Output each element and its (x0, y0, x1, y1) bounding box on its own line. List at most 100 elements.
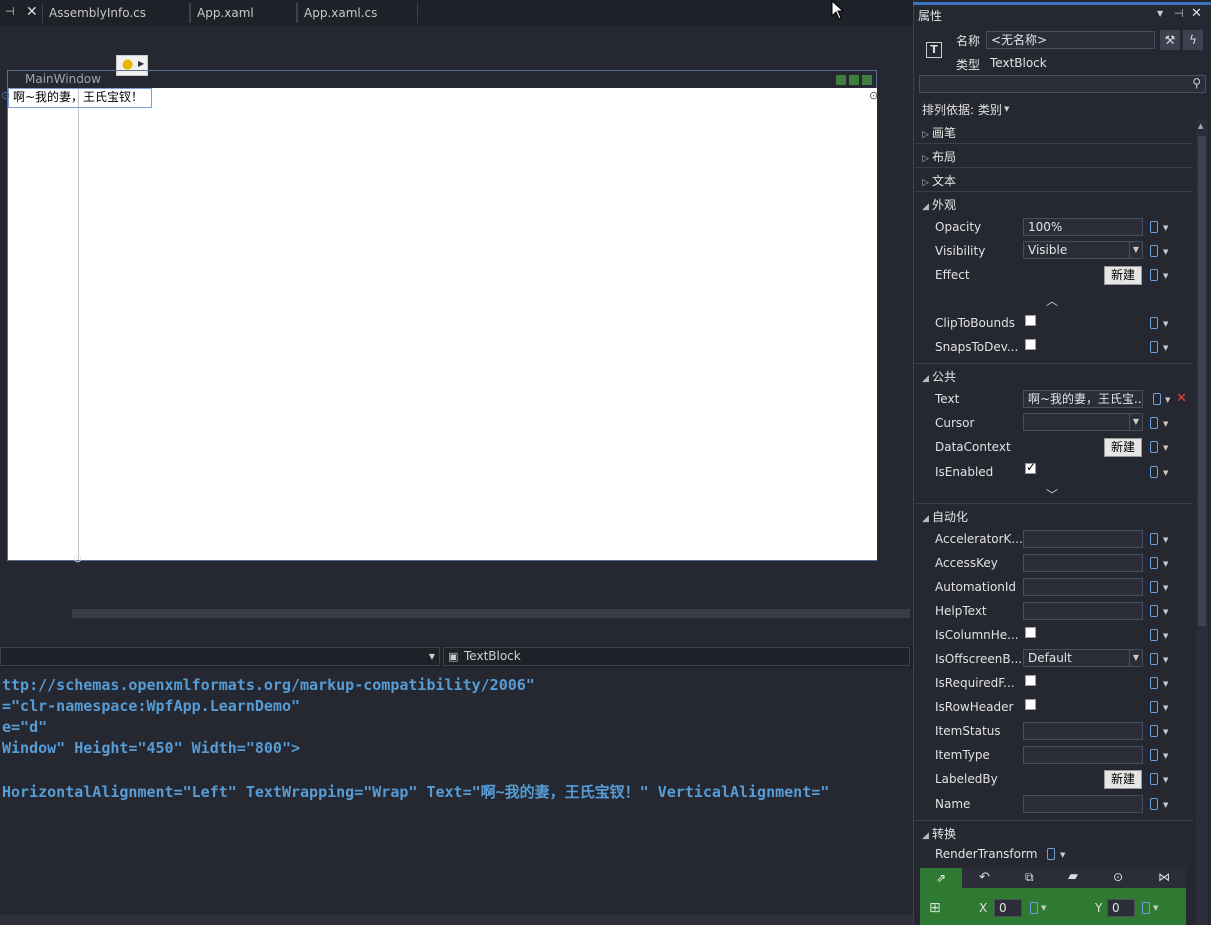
chevron-down-icon[interactable]: ▼ (1163, 632, 1168, 640)
category-text[interactable]: ▷ 文本 (922, 172, 956, 189)
sort-by-dropdown[interactable]: 排列依据: 类别 (922, 101, 1002, 118)
cliptobounds-checkbox[interactable] (1025, 315, 1036, 326)
effect-new-button[interactable]: 新建 (1104, 266, 1142, 285)
name-prop-input[interactable] (1023, 795, 1143, 813)
window-client-area[interactable] (8, 88, 877, 560)
chevron-down-icon[interactable]: ▼ (1163, 752, 1168, 760)
breadcrumb-element[interactable]: ▣ TextBlock (443, 647, 910, 666)
automationid-input[interactable] (1023, 578, 1143, 596)
chevron-down-icon[interactable]: ▼ (1163, 776, 1168, 784)
code-line-2[interactable]: ="clr-namespace:WpfApp.LearnDemo" (2, 697, 300, 715)
itemstatus-input[interactable] (1023, 722, 1143, 740)
property-marker-icon[interactable] (1150, 749, 1158, 761)
chevron-down-icon[interactable]: ▼ (1163, 344, 1168, 352)
chevron-down-icon[interactable]: ▼ (1163, 536, 1168, 544)
panel-pin-icon[interactable]: ⊣ (1174, 7, 1184, 20)
y-input[interactable]: 0 (1107, 899, 1135, 917)
property-marker-icon[interactable] (1142, 902, 1150, 914)
text-input[interactable]: 啊~我的妻，王氏宝... (1023, 390, 1143, 408)
lightning-icon[interactable]: ϟ (1183, 30, 1203, 50)
property-marker-icon[interactable] (1150, 533, 1158, 545)
property-search-input[interactable]: ⚲ (919, 75, 1206, 93)
property-marker-icon[interactable] (1150, 317, 1158, 329)
translate-icon[interactable]: ⇗ (920, 868, 962, 888)
property-marker-icon[interactable] (1150, 245, 1158, 257)
category-appearance[interactable]: ◢ 外观 (922, 196, 956, 213)
cursor-select[interactable]: ▼ (1023, 413, 1143, 431)
category-common[interactable]: ◢ 公共 (922, 368, 956, 385)
scroll-up-icon[interactable]: ▲ (1198, 122, 1203, 130)
property-marker-icon[interactable] (1150, 629, 1158, 641)
scrollbar-thumb[interactable] (1198, 136, 1206, 626)
anchor-left-icon[interactable]: ⊙ (1, 89, 10, 102)
anchor-bottom-icon[interactable]: ⊙ (73, 552, 82, 565)
property-marker-icon[interactable] (1150, 605, 1158, 617)
property-marker-icon[interactable] (1150, 269, 1158, 281)
chevron-down-icon[interactable]: ▼ (1163, 656, 1168, 664)
opacity-input[interactable]: 100% (1023, 218, 1143, 236)
designer-horizontal-scrollbar[interactable] (72, 609, 910, 618)
iscolumnheader-checkbox[interactable] (1025, 627, 1036, 638)
labeledby-new-button[interactable]: 新建 (1104, 770, 1142, 789)
selected-textblock[interactable]: 啊~我的妻，王氏宝钗！ (8, 88, 152, 108)
code-line-6[interactable]: HorizontalAlignment="Left" TextWrapping=… (2, 781, 910, 802)
property-marker-icon[interactable] (1030, 902, 1038, 914)
property-marker-icon[interactable] (1047, 848, 1055, 860)
skew-icon[interactable]: ▰ (1068, 869, 1078, 884)
visibility-select[interactable]: Visible ▼ (1023, 241, 1143, 259)
flip-icon[interactable]: ⋈ (1158, 870, 1170, 884)
chevron-down-icon[interactable]: ▼ (1163, 224, 1168, 232)
chevron-down-icon[interactable]: ▼ (1163, 584, 1168, 592)
datacontext-new-button[interactable]: 新建 (1104, 438, 1142, 457)
chevron-down-icon[interactable]: ▼ (1163, 560, 1168, 568)
helptext-input[interactable] (1023, 602, 1143, 620)
chevron-down-icon[interactable]: ▼ (1153, 904, 1158, 912)
category-brush[interactable]: ▷ 画笔 (922, 124, 956, 141)
breadcrumb-left-dropdown[interactable]: ▼ (0, 647, 440, 666)
property-marker-icon[interactable] (1150, 653, 1158, 665)
name-input[interactable]: <无名称> (986, 31, 1155, 49)
category-automation[interactable]: ◢ 自动化 (922, 508, 968, 525)
property-marker-icon[interactable] (1150, 798, 1158, 810)
accesskey-input[interactable] (1023, 554, 1143, 572)
anchor-right-icon[interactable]: ⊙ (869, 89, 878, 102)
category-transform[interactable]: ◢ 转换 (922, 825, 956, 842)
property-marker-icon[interactable] (1150, 341, 1158, 353)
code-line-3[interactable]: e="d" (2, 718, 47, 736)
panel-menu-icon[interactable]: ▼ (1157, 9, 1163, 18)
chevron-down-icon[interactable]: ▼ (1041, 904, 1046, 912)
chevron-down-icon[interactable]: ▼ (1163, 801, 1168, 809)
isrowheader-checkbox[interactable] (1025, 699, 1036, 710)
itemtype-input[interactable] (1023, 746, 1143, 764)
property-marker-icon[interactable] (1150, 773, 1158, 785)
editor-horizontal-scrollbar[interactable] (0, 915, 913, 925)
property-marker-icon[interactable] (1150, 701, 1158, 713)
code-line-1[interactable]: ttp://schemas.openxmlformats.org/markup-… (2, 676, 535, 694)
panel-close-icon[interactable]: ✕ (1191, 6, 1202, 21)
scale-icon[interactable]: ⧉ (1025, 870, 1034, 885)
x-input[interactable]: 0 (994, 899, 1022, 917)
property-marker-icon[interactable] (1150, 557, 1158, 569)
chevron-down-icon[interactable]: ▼ (1163, 728, 1168, 736)
rotate-icon[interactable]: ↶ (979, 870, 990, 885)
code-line-4[interactable]: Window" Height="450" Width="800"> (2, 739, 300, 757)
acceleratorkey-input[interactable] (1023, 530, 1143, 548)
pin-icon[interactable]: ⊣ (5, 5, 15, 18)
snapstodevice-checkbox[interactable] (1025, 339, 1036, 350)
isoffscreenbehavior-select[interactable]: Default ▼ (1023, 649, 1143, 667)
wrench-icon[interactable]: ⚒ (1160, 30, 1180, 50)
property-marker-icon[interactable] (1150, 725, 1158, 737)
chevron-down-icon[interactable]: ▼ (1163, 444, 1168, 452)
expand-advanced-icon[interactable]: ﹀ (1046, 486, 1058, 503)
chevron-down-icon[interactable]: ▼ (1165, 396, 1170, 404)
chevron-down-icon[interactable]: ▼ (1163, 420, 1168, 428)
isenabled-checkbox[interactable] (1025, 460, 1036, 474)
tab-app-xaml[interactable]: App.xaml (190, 3, 297, 23)
chevron-down-icon[interactable]: ▼ (1163, 320, 1168, 328)
chevron-down-icon[interactable]: ▼ (1163, 608, 1168, 616)
chevron-down-icon[interactable]: ▼ (1163, 272, 1168, 280)
property-marker-icon[interactable] (1150, 581, 1158, 593)
property-marker-icon[interactable] (1150, 417, 1158, 429)
chevron-down-icon[interactable]: ▼ (1163, 248, 1168, 256)
property-marker-icon[interactable] (1150, 441, 1158, 453)
